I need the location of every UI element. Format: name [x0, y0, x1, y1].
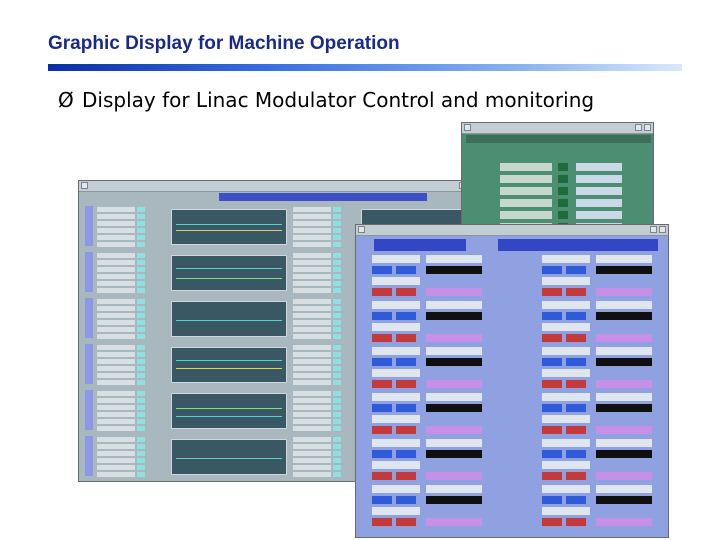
waveform-plot: [171, 301, 287, 337]
modulator-row: [358, 347, 668, 391]
modulator-row: [358, 255, 668, 299]
waveform-plot: [171, 347, 287, 383]
window-control-icon[interactable]: [644, 124, 651, 131]
window-control-icon[interactable]: [464, 124, 471, 131]
window-titlebar: [356, 225, 668, 236]
control-block: [540, 301, 668, 345]
status-row: [500, 187, 650, 195]
modulator-control-window: [355, 224, 669, 538]
panel-header-right: [498, 239, 658, 251]
status-panel-header: [466, 135, 651, 143]
window-control-icon[interactable]: [81, 182, 88, 189]
modulator-row: [358, 393, 668, 437]
waveform-plot: [171, 393, 287, 429]
control-block: [370, 301, 504, 345]
status-row: [500, 211, 650, 219]
control-block: [370, 439, 504, 483]
modulator-row: [358, 485, 668, 529]
control-block: [540, 255, 668, 299]
control-block: [370, 255, 504, 299]
modulator-row: [358, 301, 668, 345]
window-titlebar: [79, 181, 477, 192]
modulator-row: [358, 439, 668, 483]
panel-header-left: [374, 239, 466, 251]
status-row: [500, 175, 650, 183]
window-header-bar: [219, 193, 427, 201]
control-block: [540, 485, 668, 529]
title-gradient-rule: [48, 64, 682, 71]
arrowhead-bullet-icon: Ø: [58, 88, 74, 112]
status-row: [500, 163, 650, 171]
control-block: [540, 393, 668, 437]
window-control-icon[interactable]: [659, 226, 666, 233]
window-control-icon[interactable]: [358, 226, 365, 233]
status-row: [500, 199, 650, 207]
window-titlebar: [462, 123, 653, 134]
waveform-plot: [171, 439, 287, 475]
bullet-text: Display for Linac Modulator Control and …: [82, 88, 595, 112]
row-tab: [85, 206, 93, 246]
control-block: [540, 439, 668, 483]
control-block: [370, 485, 504, 529]
window-control-icon[interactable]: [635, 124, 642, 131]
control-block: [370, 393, 504, 437]
control-block: [370, 347, 504, 391]
slide-title: Graphic Display for Machine Operation: [48, 33, 400, 54]
waveform-plot: [171, 209, 287, 245]
window-control-icon[interactable]: [650, 226, 657, 233]
waveform-plot: [171, 255, 287, 291]
bullet-line: Ø Display for Linac Modulator Control and…: [58, 88, 594, 112]
control-block: [540, 347, 668, 391]
status-panel-window: [461, 122, 654, 232]
